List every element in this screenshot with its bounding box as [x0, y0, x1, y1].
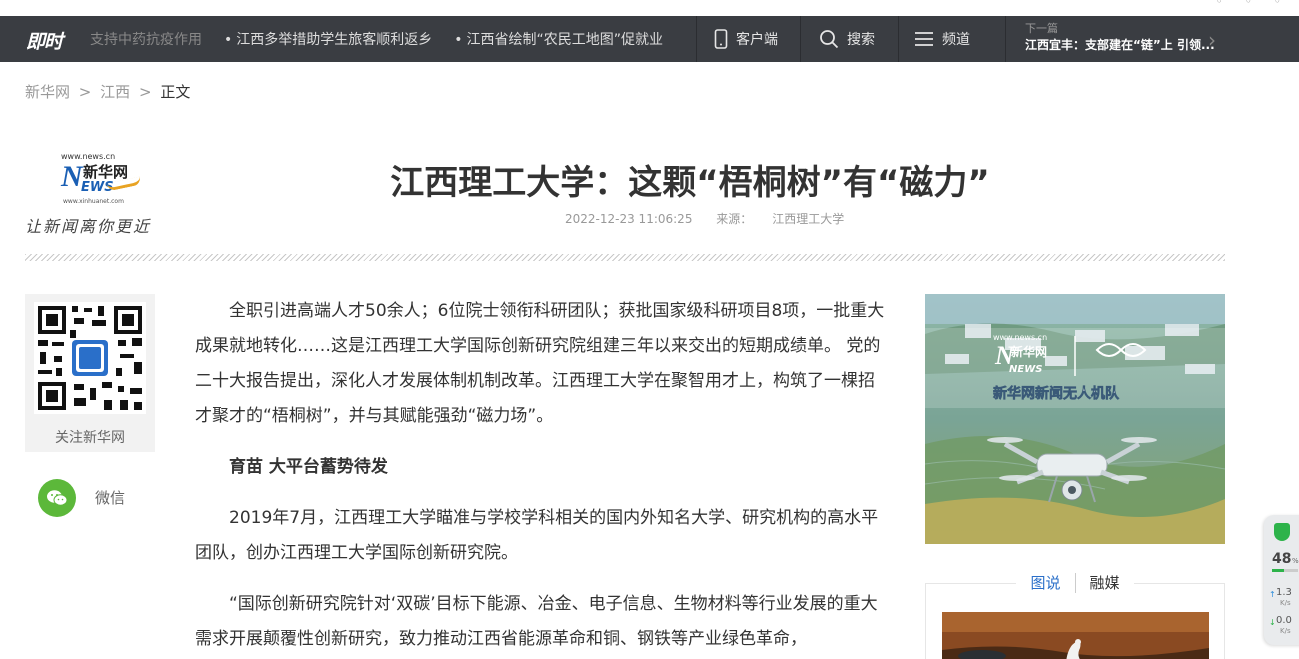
ticker-item[interactable]: 支持中药抗疫作用 — [90, 29, 202, 49]
network-speed-widget[interactable]: 48 % ↑ 1.3 K/s ↓ 0.0 K/s — [1264, 515, 1299, 645]
next-article-label: 下一篇 — [1025, 22, 1058, 35]
next-article-link[interactable]: 下一篇 江西宜丰：支部建在“链”上 引领... — [1025, 22, 1225, 54]
article-source: 来源： 江西理工大学 — [716, 212, 845, 226]
qr-follow-box: 关注新华网 — [25, 294, 155, 452]
breadcrumb-current: 正文 — [160, 83, 191, 101]
channel-button[interactable]: 频道 — [914, 16, 970, 62]
article-paragraph: 全职引进高端人才50余人；6位院士领衔科研团队；获批国家级科研项目8项，一批重大… — [195, 301, 885, 426]
article-subheading: 育苗 大平台蓄势待发 — [229, 457, 388, 477]
top-strip-icons: ◦ ◦ ◦ — [1216, 0, 1281, 8]
qr-code — [34, 302, 146, 414]
shield-icon — [1274, 523, 1290, 541]
tab-rongmei[interactable]: 融媒 — [1075, 572, 1134, 594]
window-control-icon[interactable]: ◦ — [1216, 0, 1223, 8]
top-navigation-bar: 即时 支持中药抗疫作用 • 江西多举措助学生旅客顺利返乡 • 江西省绘制“农民工地图… — [0, 16, 1299, 62]
breadcrumb-link-home[interactable]: 新华网 — [25, 83, 70, 101]
search-icon — [820, 30, 839, 49]
wechat-label: 微信 — [95, 489, 126, 507]
search-label: 搜索 — [847, 32, 875, 48]
menu-icon — [915, 32, 933, 46]
breadcrumb: 新华网 > 江西 > 正文 — [25, 81, 190, 102]
download-speed: 0.0 — [1276, 615, 1292, 626]
breadcrumb-link-jiangxi[interactable]: 江西 — [100, 83, 130, 101]
logo-url-secondary: www.xinhuanet.com — [63, 198, 124, 205]
article-body: 全职引进高端人才50余人；6位院士领衔科研团队；获批国家级科研项目8项，一批重大… — [195, 294, 885, 659]
chevron-right-icon[interactable]: › — [1208, 28, 1216, 52]
follow-label: 关注新华网 — [55, 430, 125, 446]
article-datetime: 2022-12-23 11:06:25 — [565, 212, 693, 226]
xinhua-logo[interactable]: www.news.cn N 新华网 EWS www.xinhuanet.com … — [25, 150, 160, 236]
upload-speed: 1.3 — [1276, 587, 1292, 598]
media-tabs: 图说 融媒 — [925, 572, 1225, 594]
wechat-icon — [47, 490, 68, 506]
speed-percent: 48 — [1272, 551, 1292, 567]
breadcrumb-separator: > — [78, 83, 92, 101]
client-button[interactable]: 客户端 — [714, 16, 778, 62]
ticker-item[interactable]: • 江西多举措助学生旅客顺利返乡 — [224, 29, 432, 49]
nav-divider — [800, 16, 801, 62]
promo-brand-cn: 新华网 — [1011, 344, 1047, 359]
speed-bar — [1272, 569, 1298, 572]
title-divider — [25, 254, 1225, 261]
upload-unit: K/s — [1280, 599, 1291, 607]
channel-label: 频道 — [942, 32, 970, 48]
speed-percent-unit: % — [1292, 557, 1299, 565]
logo-n: N — [61, 160, 83, 193]
drone-team-promo-banner[interactable]: www.news.cn N 新华网 NEWS 新华网新闻无人机队 — [925, 294, 1225, 544]
client-label: 客户端 — [736, 32, 778, 48]
bird-thumbnail-image — [942, 612, 1209, 659]
news-ticker: 支持中药抗疫作用 • 江西多举措助学生旅客顺利返乡 • 江西省绘制“农民工地图”促就… — [90, 16, 663, 62]
drone-promo-image: www.news.cn N 新华网 NEWS 新华网新闻无人机队 — [925, 294, 1225, 544]
speed-bar-fill — [1272, 569, 1285, 572]
top-strip: ◦ ◦ ◦ — [0, 0, 1299, 16]
search-button[interactable]: 搜索 — [819, 16, 875, 62]
breadcrumb-separator: > — [138, 83, 152, 101]
nav-divider — [898, 16, 899, 62]
article-meta: 2022-12-23 11:06:25 来源： 江西理工大学 — [565, 210, 884, 227]
tab-thumbnail[interactable] — [942, 612, 1209, 659]
logo-slogan: 让新闻离你更近 — [25, 217, 152, 236]
tab-tushuo[interactable]: 图说 — [1016, 572, 1075, 594]
download-unit: K/s — [1280, 627, 1291, 635]
more-icon[interactable]: ◦ — [1274, 0, 1281, 8]
next-article-title: 江西宜丰：支部建在“链”上 引领... — [1025, 38, 1215, 52]
promo-team-title: 新华网新闻无人机队 — [993, 385, 1120, 402]
jishi-logo[interactable]: 即时 — [26, 27, 63, 54]
wechat-share-button[interactable] — [38, 479, 76, 517]
logo-name-cn: 新华网 — [83, 163, 129, 181]
upload-arrow-icon: ↑ — [1269, 590, 1276, 599]
phone-icon — [714, 29, 728, 49]
article-title: 江西理工大学：这颗“梧桐树”有“磁力” — [390, 163, 990, 203]
ticker-item[interactable]: • 江西省绘制“农民工地图”促就业 — [454, 29, 663, 49]
nav-divider — [696, 16, 697, 62]
promo-brand-en: NEWS — [1009, 364, 1042, 375]
download-arrow-icon: ↓ — [1269, 618, 1276, 627]
nav-divider — [1005, 16, 1006, 62]
article-paragraph: 2019年7月，江西理工大学瞄准与学校学科相关的国内外知名大学、研究机构的高水平… — [195, 508, 879, 563]
article-paragraph: “国际创新研究院针对‘双碳’目标下能源、冶金、电子信息、生物材料等行业发展的重大… — [195, 594, 878, 649]
settings-icon[interactable]: ◦ — [1245, 0, 1252, 8]
